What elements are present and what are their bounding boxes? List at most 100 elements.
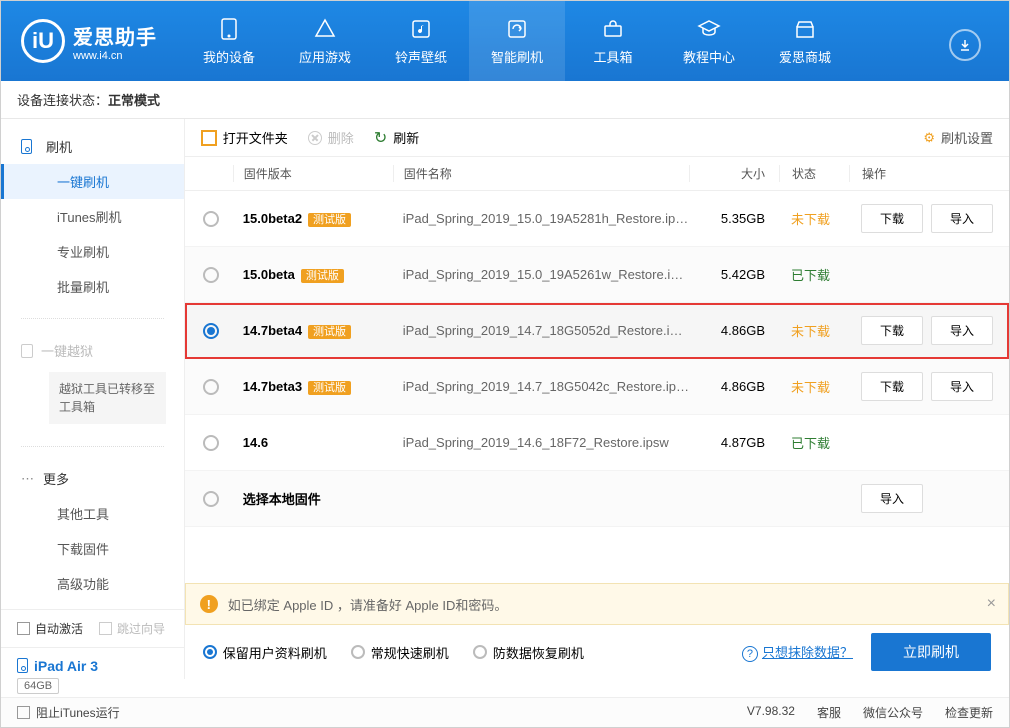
logo[interactable]: iU 爱思助手 www.i4.cn <box>21 19 181 63</box>
table-row[interactable]: 14.7beta3测试版iPad_Spring_2019_14.7_18G504… <box>185 359 1009 415</box>
app-header: iU 爱思助手 www.i4.cn 我的设备 应用游戏 铃声壁纸 智能刷机 工具… <box>1 1 1009 81</box>
row-radio[interactable] <box>203 379 219 395</box>
row-radio[interactable] <box>203 267 219 283</box>
col-size[interactable]: 大小 <box>689 165 779 182</box>
beta-tag: 测试版 <box>308 381 351 395</box>
sidebar-item-pro-flash[interactable]: 专业刷机 <box>1 234 184 269</box>
firmware-version: 14.6 <box>243 435 268 450</box>
table-row[interactable]: 15.0beta2测试版iPad_Spring_2019_15.0_19A528… <box>185 191 1009 247</box>
toolbox-icon <box>601 17 625 41</box>
table-row[interactable]: 选择本地固件导入 <box>185 471 1009 527</box>
nav-flash[interactable]: 智能刷机 <box>469 1 565 81</box>
sidebar-item-download-firmware[interactable]: 下载固件 <box>1 531 184 566</box>
nav-ringtones[interactable]: 铃声壁纸 <box>373 1 469 81</box>
nav-apps[interactable]: 应用游戏 <box>277 1 373 81</box>
sidebar-flash-title[interactable]: 刷机 <box>1 129 184 164</box>
firmware-status: 已下载 <box>779 433 849 452</box>
col-status[interactable]: 状态 <box>779 165 849 182</box>
open-folder-button[interactable]: 打开文件夹 <box>201 128 288 147</box>
table-header: 固件版本 固件名称 大小 状态 操作 <box>185 157 1009 191</box>
nav-toolbox[interactable]: 工具箱 <box>565 1 661 81</box>
flash-settings-button[interactable]: ⚙刷机设置 <box>923 128 993 147</box>
app-footer: 阻止iTunes运行 V7.98.32 客服 微信公众号 检查更新 <box>1 697 1009 727</box>
sidebar-item-one-click-flash[interactable]: 一键刷机 <box>1 164 184 199</box>
firmware-status: 未下载 <box>779 321 849 340</box>
skip-guide-checkbox[interactable]: 跳过向导 <box>99 620 165 637</box>
device-status-bar: 设备连接状态： 正常模式 <box>1 81 1009 119</box>
brand-url: www.i4.cn <box>73 50 157 62</box>
delete-button[interactable]: 删除 <box>308 128 354 147</box>
phone-icon <box>21 139 32 154</box>
status-prefix: 设备连接状态： <box>17 90 108 109</box>
firmware-version: 14.7beta4 <box>243 323 302 338</box>
block-itunes-checkbox[interactable]: 阻止iTunes运行 <box>17 704 120 721</box>
download-button[interactable]: 下载 <box>861 372 923 401</box>
nav-store[interactable]: 爱思商城 <box>757 1 853 81</box>
import-button[interactable]: 导入 <box>861 484 923 513</box>
radio-icon <box>203 645 217 659</box>
flash-now-button[interactable]: 立即刷机 <box>871 633 991 671</box>
alert-text: 如已绑定 Apple ID ，请准备好 Apple ID和密码。 <box>228 595 508 614</box>
table-row[interactable]: 14.7beta4测试版iPad_Spring_2019_14.7_18G505… <box>185 303 1009 359</box>
device-icon <box>217 17 241 41</box>
download-button[interactable]: 下载 <box>861 316 923 345</box>
row-radio[interactable] <box>203 491 219 507</box>
refresh-icon: ↻ <box>374 128 387 148</box>
music-icon <box>409 17 433 41</box>
delete-icon <box>308 131 322 145</box>
sidebar-item-itunes-flash[interactable]: iTunes刷机 <box>1 199 184 234</box>
erase-data-link[interactable]: ?只想抹除数据？ <box>742 642 853 662</box>
device-name: iPad Air 3 <box>34 658 98 674</box>
nav-tutorials[interactable]: 教程中心 <box>661 1 757 81</box>
flash-option[interactable]: 防数据恢复刷机 <box>473 643 584 662</box>
option-label: 常规快速刷机 <box>371 643 449 662</box>
nav-label: 智能刷机 <box>491 47 543 66</box>
help-icon: ? <box>742 646 758 662</box>
import-button[interactable]: 导入 <box>931 204 993 233</box>
sidebar-more-title[interactable]: ⋯ 更多 <box>1 461 184 496</box>
download-button[interactable]: 下载 <box>861 204 923 233</box>
firmware-size: 4.86GB <box>689 323 779 338</box>
download-icon <box>958 38 972 52</box>
row-radio[interactable] <box>203 323 219 339</box>
table-row[interactable]: 15.0beta测试版iPad_Spring_2019_15.0_19A5261… <box>185 247 1009 303</box>
import-button[interactable]: 导入 <box>931 316 993 345</box>
sidebar-jailbreak-title: 一键越狱 <box>1 333 184 368</box>
row-radio[interactable] <box>203 211 219 227</box>
firmware-name: iPad_Spring_2019_15.0_19A5261w_Restore.i… <box>393 267 689 282</box>
alert-close-button[interactable]: × <box>987 595 996 613</box>
sidebar-item-advanced[interactable]: 高级功能 <box>1 566 184 601</box>
nav-my-device[interactable]: 我的设备 <box>181 1 277 81</box>
firmware-version: 15.0beta2 <box>243 211 302 226</box>
flash-option[interactable]: 常规快速刷机 <box>351 643 449 662</box>
firmware-size: 5.35GB <box>689 211 779 226</box>
nav-label: 铃声壁纸 <box>395 47 447 66</box>
firmware-name: iPad_Spring_2019_14.6_18F72_Restore.ipsw <box>393 435 689 450</box>
radio-icon <box>351 645 365 659</box>
col-actions[interactable]: 操作 <box>849 165 1009 182</box>
apps-icon <box>313 17 337 41</box>
footer-link-update[interactable]: 检查更新 <box>945 704 993 721</box>
refresh-button[interactable]: ↻刷新 <box>374 128 419 148</box>
footer-link-wechat[interactable]: 微信公众号 <box>863 704 923 721</box>
flash-option[interactable]: 保留用户资料刷机 <box>203 643 327 662</box>
beta-tag: 测试版 <box>301 269 344 283</box>
footer-link-support[interactable]: 客服 <box>817 704 841 721</box>
auto-activate-checkbox[interactable]: 自动激活 <box>17 620 83 637</box>
brand-name: 爱思助手 <box>73 21 157 50</box>
sidebar-item-other-tools[interactable]: 其他工具 <box>1 496 184 531</box>
table-row[interactable]: 14.6 iPad_Spring_2019_14.6_18F72_Restore.… <box>185 415 1009 471</box>
nav-label: 教程中心 <box>683 47 735 66</box>
option-label: 防数据恢复刷机 <box>493 643 584 662</box>
row-radio[interactable] <box>203 435 219 451</box>
sidebar: 刷机 一键刷机 iTunes刷机 专业刷机 批量刷机 一键越狱 越狱工具已转移至… <box>1 119 185 679</box>
col-version[interactable]: 固件版本 <box>233 165 393 182</box>
import-button[interactable]: 导入 <box>931 372 993 401</box>
sidebar-item-batch-flash[interactable]: 批量刷机 <box>1 269 184 304</box>
nav-label: 爱思商城 <box>779 47 831 66</box>
folder-icon <box>201 130 217 146</box>
ipad-icon <box>17 658 28 673</box>
download-button[interactable] <box>949 29 981 61</box>
beta-tag: 测试版 <box>308 213 351 227</box>
col-name[interactable]: 固件名称 <box>393 165 689 182</box>
